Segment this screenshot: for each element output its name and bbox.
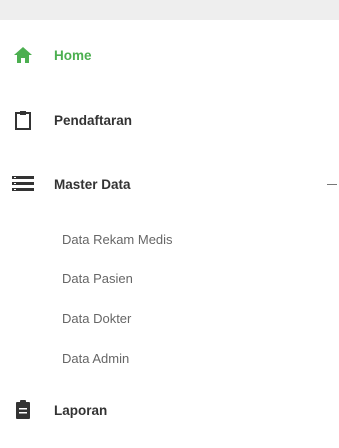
sidebar-nav: Home Pendaftaran Master Data Data Rekam … — [0, 0, 339, 448]
submenu-item-data-pasien[interactable]: Data Pasien — [62, 271, 133, 286]
nav-item-laporan-label: Laporan — [54, 402, 108, 418]
collapse-icon[interactable] — [327, 184, 337, 185]
nav-item-home-label: Home — [54, 47, 92, 63]
nav-item-home[interactable]: Home — [0, 38, 339, 72]
report-icon — [12, 399, 34, 421]
menu-list-icon — [12, 173, 34, 195]
sidebar-header-bar — [0, 0, 339, 20]
nav-item-pendaftaran[interactable]: Pendaftaran — [0, 103, 339, 137]
home-icon — [12, 44, 34, 66]
nav-item-master-data-label: Master Data — [54, 176, 131, 192]
nav-item-pendaftaran-label: Pendaftaran — [54, 112, 133, 128]
nav-item-master-data[interactable]: Master Data — [0, 167, 339, 201]
clipboard-icon — [12, 109, 34, 131]
nav-item-laporan[interactable]: Laporan — [0, 393, 339, 427]
submenu-item-data-rekam-medis[interactable]: Data Rekam Medis — [62, 232, 173, 247]
submenu-item-data-dokter[interactable]: Data Dokter — [62, 311, 131, 326]
submenu-item-data-admin[interactable]: Data Admin — [62, 351, 129, 366]
